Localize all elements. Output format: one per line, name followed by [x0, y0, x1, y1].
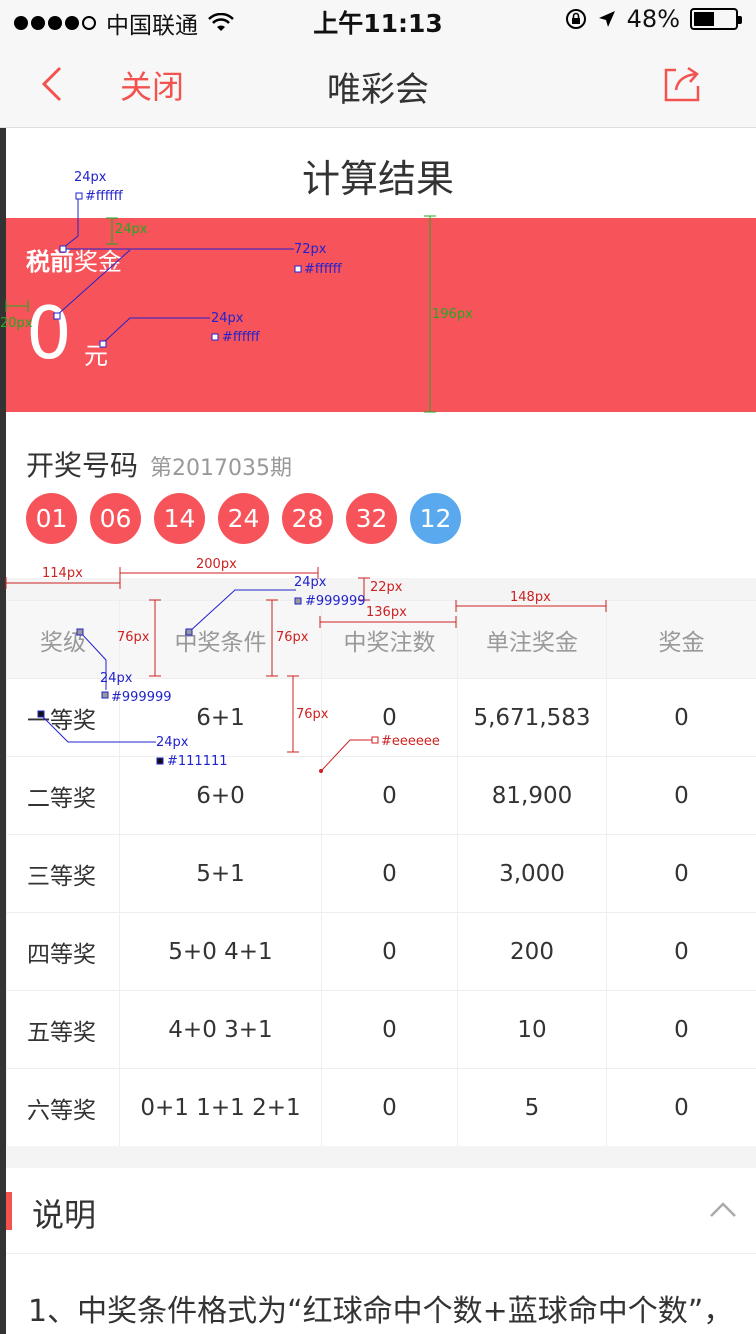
- spec-annotation: 22px: [370, 580, 403, 595]
- win-condition: 5+0 4+1: [119, 912, 322, 991]
- unit-prize: 10: [457, 990, 607, 1069]
- description-title: 说明: [32, 1196, 97, 1234]
- prize-level: 三等奖: [6, 834, 120, 913]
- battery-icon: [690, 8, 742, 30]
- unit-prize: 5,671,583: [457, 678, 607, 757]
- spec-annotation: #ffffff: [222, 330, 260, 345]
- red-ball: 14: [154, 493, 205, 544]
- prize-table-section: 奖级 中奖条件 中奖注数 单注奖金 奖金 一等奖 6+1 0 5,671,583…: [6, 578, 756, 1147]
- prize-banner: 税前奖金 0 元: [6, 218, 756, 412]
- spec-annotation: 76px: [117, 630, 150, 645]
- red-ball: 28: [282, 493, 333, 544]
- red-ball: 24: [218, 493, 269, 544]
- prize-amount: 0: [606, 834, 756, 913]
- prize-amount: 0: [606, 990, 756, 1069]
- table-row: 六等奖 0+1 1+1 2+1 0 5 0: [6, 1068, 756, 1147]
- spec-annotation: 24px: [211, 311, 244, 326]
- prize-amount: 0: [606, 756, 756, 835]
- share-icon[interactable]: [660, 62, 704, 106]
- draw-balls: 01 06 14 24 28 32 12: [26, 493, 461, 544]
- spec-annotation: 72px: [294, 242, 327, 257]
- unit-prize: 200: [457, 912, 607, 991]
- spec-annotation: #eeeeee: [381, 734, 440, 749]
- spec-annotation: #111111: [167, 754, 228, 769]
- draw-header: 开奖号码 第2017035期: [26, 444, 292, 484]
- column-header: 单注奖金: [457, 600, 607, 679]
- win-count: 0: [321, 912, 458, 991]
- unit-prize: 5: [457, 1068, 607, 1147]
- spec-annotation: #999999: [111, 690, 172, 705]
- description-accent-bar: [6, 1192, 12, 1230]
- table-row: 二等奖 6+0 0 81,900 0: [6, 756, 756, 835]
- spec-annotation: 24px: [115, 222, 148, 237]
- table-row: 五等奖 4+0 3+1 0 10 0: [6, 990, 756, 1069]
- spec-annotation: 24px: [156, 735, 189, 750]
- prize-label: 税前奖金: [26, 242, 122, 277]
- description-text: 1、中奖条件格式为“红球命中个数+蓝球命中个数”，: [28, 1294, 734, 1329]
- spec-annotation: 200px: [196, 557, 237, 572]
- column-header: 奖级: [6, 600, 120, 679]
- spec-annotation: #999999: [305, 594, 366, 609]
- draw-period: 第2017035期: [150, 456, 292, 481]
- prize-unit: 元: [84, 342, 108, 370]
- spec-annotation: 20px: [0, 316, 33, 331]
- spec-annotation: 148px: [510, 590, 551, 605]
- spec-annotation: 76px: [276, 630, 309, 645]
- table-row: 四等奖 5+0 4+1 0 200 0: [6, 912, 756, 991]
- navigation-bar: 关闭 唯彩会: [0, 40, 756, 128]
- unit-prize: 3,000: [457, 834, 607, 913]
- win-condition: 4+0 3+1: [119, 990, 322, 1069]
- win-condition: 0+1 1+1 2+1: [119, 1068, 322, 1147]
- prize-level: 六等奖: [6, 1068, 120, 1147]
- unit-prize: 81,900: [457, 756, 607, 835]
- win-count: 0: [321, 1068, 458, 1147]
- status-bar: 中国联通 上午11:13 48%: [0, 0, 756, 40]
- red-ball: 06: [90, 493, 141, 544]
- battery-percent: 48%: [626, 5, 680, 33]
- win-count: 0: [321, 756, 458, 835]
- section-gap: [6, 1146, 756, 1168]
- prize-amount: 0: [606, 912, 756, 991]
- prize-level: 四等奖: [6, 912, 120, 991]
- description-header[interactable]: 说明: [6, 1168, 756, 1254]
- column-header: 奖金: [606, 600, 756, 679]
- prize-level: 二等奖: [6, 756, 120, 835]
- spec-annotation: 24px: [100, 671, 133, 686]
- chevron-up-icon[interactable]: [708, 1198, 738, 1220]
- spec-annotation: #ffffff: [85, 189, 123, 204]
- spec-annotation: #ffffff: [304, 262, 342, 277]
- spec-annotation: 196px: [432, 307, 473, 322]
- spec-annotation: 76px: [296, 707, 329, 722]
- win-count: 0: [321, 990, 458, 1069]
- prize-label-bold: 税前: [26, 248, 74, 276]
- location-arrow-icon: [598, 11, 615, 27]
- spec-annotation: 114px: [42, 566, 83, 581]
- prize-label-rest: 奖金: [74, 248, 122, 276]
- rotation-lock-icon: [565, 9, 586, 29]
- spec-annotation: 24px: [74, 170, 107, 185]
- table-row: 三等奖 5+1 0 3,000 0: [6, 834, 756, 913]
- prize-level: 一等奖: [6, 678, 120, 757]
- red-ball: 32: [346, 493, 397, 544]
- win-count: 0: [321, 834, 458, 913]
- draw-title: 开奖号码: [26, 449, 139, 482]
- spec-annotation: 24px: [294, 575, 327, 590]
- prize-value: 0: [26, 291, 72, 375]
- blue-ball: 12: [410, 493, 461, 544]
- prize-level: 五等奖: [6, 990, 120, 1069]
- page-title: 唯彩会: [327, 70, 429, 110]
- prize-amount: 0: [606, 1068, 756, 1147]
- spec-annotation: 136px: [366, 605, 407, 620]
- status-right: 48%: [565, 5, 742, 33]
- prize-amount: 0: [606, 678, 756, 757]
- red-ball: 01: [26, 493, 77, 544]
- win-condition: 5+1: [119, 834, 322, 913]
